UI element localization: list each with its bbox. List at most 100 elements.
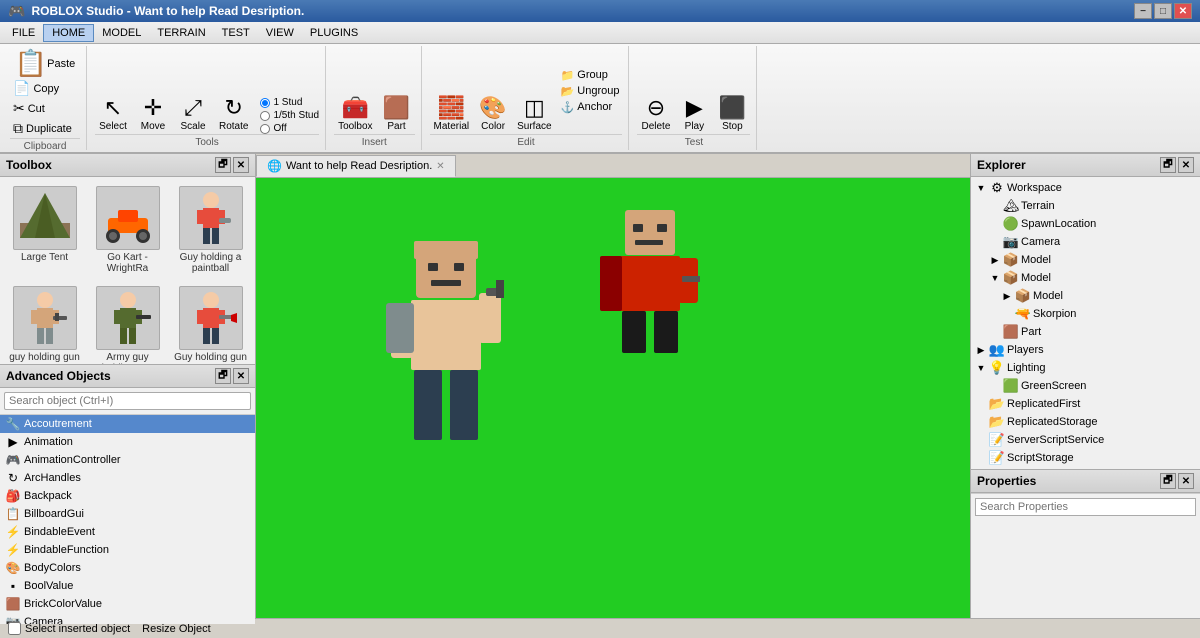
explorer-controls: 🗗 ✕ (1160, 157, 1194, 173)
repstorage-icon: 📂 (989, 414, 1005, 430)
toolbox-item-guy-holding-gun[interactable]: Guy holding gun (170, 281, 251, 364)
tree-model-3[interactable]: ▶ 📦 Model (971, 287, 1200, 305)
toolbox-float-button[interactable]: 🗗 (215, 157, 231, 173)
tree-lighting[interactable]: ▼ 💡 Lighting (971, 359, 1200, 377)
tree-skorpion[interactable]: 🔫 Skorpion (971, 305, 1200, 323)
obj-item-brickcolorvalue[interactable]: 🟫 BrickColorValue (0, 595, 255, 613)
tab-close-button[interactable]: ✕ (436, 161, 444, 172)
menu-bar: FILE HOME MODEL TERRAIN TEST VIEW PLUGIN… (0, 22, 1200, 44)
anchor-button[interactable]: ⚓Anchor (558, 100, 623, 115)
toolbox-item-guy-gun[interactable]: guy holding gun (4, 281, 85, 364)
tree-greenscreen[interactable]: 🟩 GreenScreen (971, 377, 1200, 395)
title-text: ROBLOX Studio - Want to help Read Desrip… (31, 4, 304, 18)
tree-players[interactable]: ▶ 👥 Players (971, 341, 1200, 359)
maximize-button[interactable]: □ (1154, 3, 1172, 19)
toolbox-close-button[interactable]: ✕ (233, 157, 249, 173)
menu-view[interactable]: VIEW (258, 25, 302, 41)
obj-item-backpack[interactable]: 🎒 Backpack (0, 487, 255, 505)
toolbox-item-guy-paintball[interactable]: Guy holding a paintball (170, 181, 251, 279)
players-icon: 👥 (989, 342, 1005, 358)
skorpion-icon: 🔫 (1015, 306, 1031, 322)
delete-button[interactable]: ⊖ Delete (637, 95, 674, 134)
select-inserted-checkbox[interactable] (8, 622, 21, 635)
explorer-float-button[interactable]: 🗗 (1160, 157, 1176, 173)
ungroup-button[interactable]: 📂Ungroup (558, 84, 623, 99)
menu-model[interactable]: MODEL (94, 25, 149, 41)
tree-model-1[interactable]: ▶ 📦 Model (971, 251, 1200, 269)
properties-float-button[interactable]: 🗗 (1160, 473, 1176, 489)
cut-button[interactable]: ✂ Cut (10, 99, 75, 118)
tree-terrain[interactable]: 🏔 Terrain (971, 197, 1200, 215)
obj-item-animation[interactable]: ▶ Animation (0, 433, 255, 451)
camera-label: Camera (1021, 236, 1060, 248)
obj-item-bindableevent[interactable]: ⚡ BindableEvent (0, 523, 255, 541)
tree-workspace[interactable]: ▼ ⚙ Workspace (971, 179, 1200, 197)
stud-fifth-radio[interactable]: 1/5th Stud (260, 110, 319, 121)
scale-button[interactable]: ⤢ Scale (175, 95, 211, 134)
stop-button[interactable]: ⬛ Stop (714, 95, 750, 134)
search-object-input[interactable] (4, 392, 251, 410)
menu-plugins[interactable]: PLUGINS (302, 25, 366, 41)
tab-label: Want to help Read Desription. (286, 160, 432, 172)
duplicate-button[interactable]: ⧉ Duplicate (10, 119, 75, 138)
toolbox-title: Toolbox (6, 158, 52, 172)
part-button[interactable]: 🟫 Part (379, 95, 415, 134)
copy-button[interactable]: 📄 Copy (10, 79, 75, 98)
properties-search-container (971, 493, 1200, 520)
move-button[interactable]: ✛ Move (135, 95, 171, 134)
close-button[interactable]: ✕ (1174, 3, 1192, 19)
adv-close-button[interactable]: ✕ (233, 368, 249, 384)
toolbox-item-gokart-image (96, 186, 160, 250)
menu-file[interactable]: FILE (4, 25, 43, 41)
greenscreen-label: GreenScreen (1021, 380, 1086, 392)
menu-home[interactable]: HOME (43, 24, 94, 42)
obj-item-bindablefn[interactable]: ⚡ BindableFunction (0, 541, 255, 559)
paste-button[interactable]: 📋 Paste (10, 48, 80, 78)
obj-item-animctrl[interactable]: 🎮 AnimationController (0, 451, 255, 469)
color-button[interactable]: 🎨 Color (475, 95, 511, 134)
app-logo: 🎮 (8, 3, 25, 20)
obj-item-accoutrement[interactable]: 🔧 Accoutrement (0, 415, 255, 433)
tree-camera[interactable]: 📷 Camera (971, 233, 1200, 251)
tree-part[interactable]: 🟫 Part (971, 323, 1200, 341)
tree-scriptstorage[interactable]: 📝 ScriptStorage (971, 449, 1200, 467)
obj-item-bodycolors[interactable]: 🎨 BodyColors (0, 559, 255, 577)
tree-serverscriptservice[interactable]: 📝 ServerScriptService (971, 431, 1200, 449)
rotate-button[interactable]: ↻ Rotate (215, 95, 252, 134)
menu-test[interactable]: TEST (214, 25, 258, 41)
obj-item-billboardgui[interactable]: 📋 BillboardGui (0, 505, 255, 523)
properties-close-button[interactable]: ✕ (1178, 473, 1194, 489)
repfirst-label: ReplicatedFirst (1007, 398, 1080, 410)
properties-search-input[interactable] (975, 498, 1196, 516)
obj-item-boolvalue[interactable]: ▪ BoolValue (0, 577, 255, 595)
explorer-close-button[interactable]: ✕ (1178, 157, 1194, 173)
stud-off-radio[interactable]: Off (260, 123, 319, 134)
main-tab[interactable]: 🌐 Want to help Read Desription. ✕ (256, 155, 456, 177)
select-button[interactable]: ↖ Select (95, 95, 131, 134)
surface-button[interactable]: ◫ Surface (513, 95, 555, 134)
properties-panel: Properties 🗗 ✕ (971, 470, 1200, 618)
menu-terrain[interactable]: TERRAIN (149, 25, 213, 41)
tree-spawnlocation[interactable]: 🟢 SpawnLocation (971, 215, 1200, 233)
obj-item-archandles[interactable]: ↻ ArcHandles (0, 469, 255, 487)
viewport[interactable] (256, 178, 970, 618)
play-button[interactable]: ▶ Play (676, 95, 712, 134)
boolvalue-icon: ▪ (6, 579, 20, 593)
toolbox-item-tent[interactable]: Large Tent (4, 181, 85, 279)
stud-1-radio[interactable]: 1 Stud (260, 97, 319, 108)
adv-float-button[interactable]: 🗗 (215, 368, 231, 384)
model3-arrow: ▶ (1001, 291, 1013, 302)
toolbox-item-gokart[interactable]: Go Kart - WrightRa (87, 181, 168, 279)
tree-replicatedstorage[interactable]: 📂 ReplicatedStorage (971, 413, 1200, 431)
group-button[interactable]: 📁Group (558, 68, 623, 83)
tree-model-2[interactable]: ▼ 📦 Model (971, 269, 1200, 287)
toolbox-item-guy-gun-label: guy holding gun (9, 352, 80, 363)
toolbox-item-tent-image (13, 186, 77, 250)
material-button[interactable]: 🧱 Material (430, 95, 474, 134)
toolbox-button[interactable]: 🧰 Toolbox (334, 95, 376, 134)
tree-replicatedfirst[interactable]: 📂 ReplicatedFirst (971, 395, 1200, 413)
select-inserted-check[interactable]: Select inserted object (8, 622, 130, 635)
minimize-button[interactable]: − (1134, 3, 1152, 19)
toolbox-item-army-guy-image (96, 286, 160, 350)
toolbox-item-army-guy[interactable]: Army guy holding gun (87, 281, 168, 364)
